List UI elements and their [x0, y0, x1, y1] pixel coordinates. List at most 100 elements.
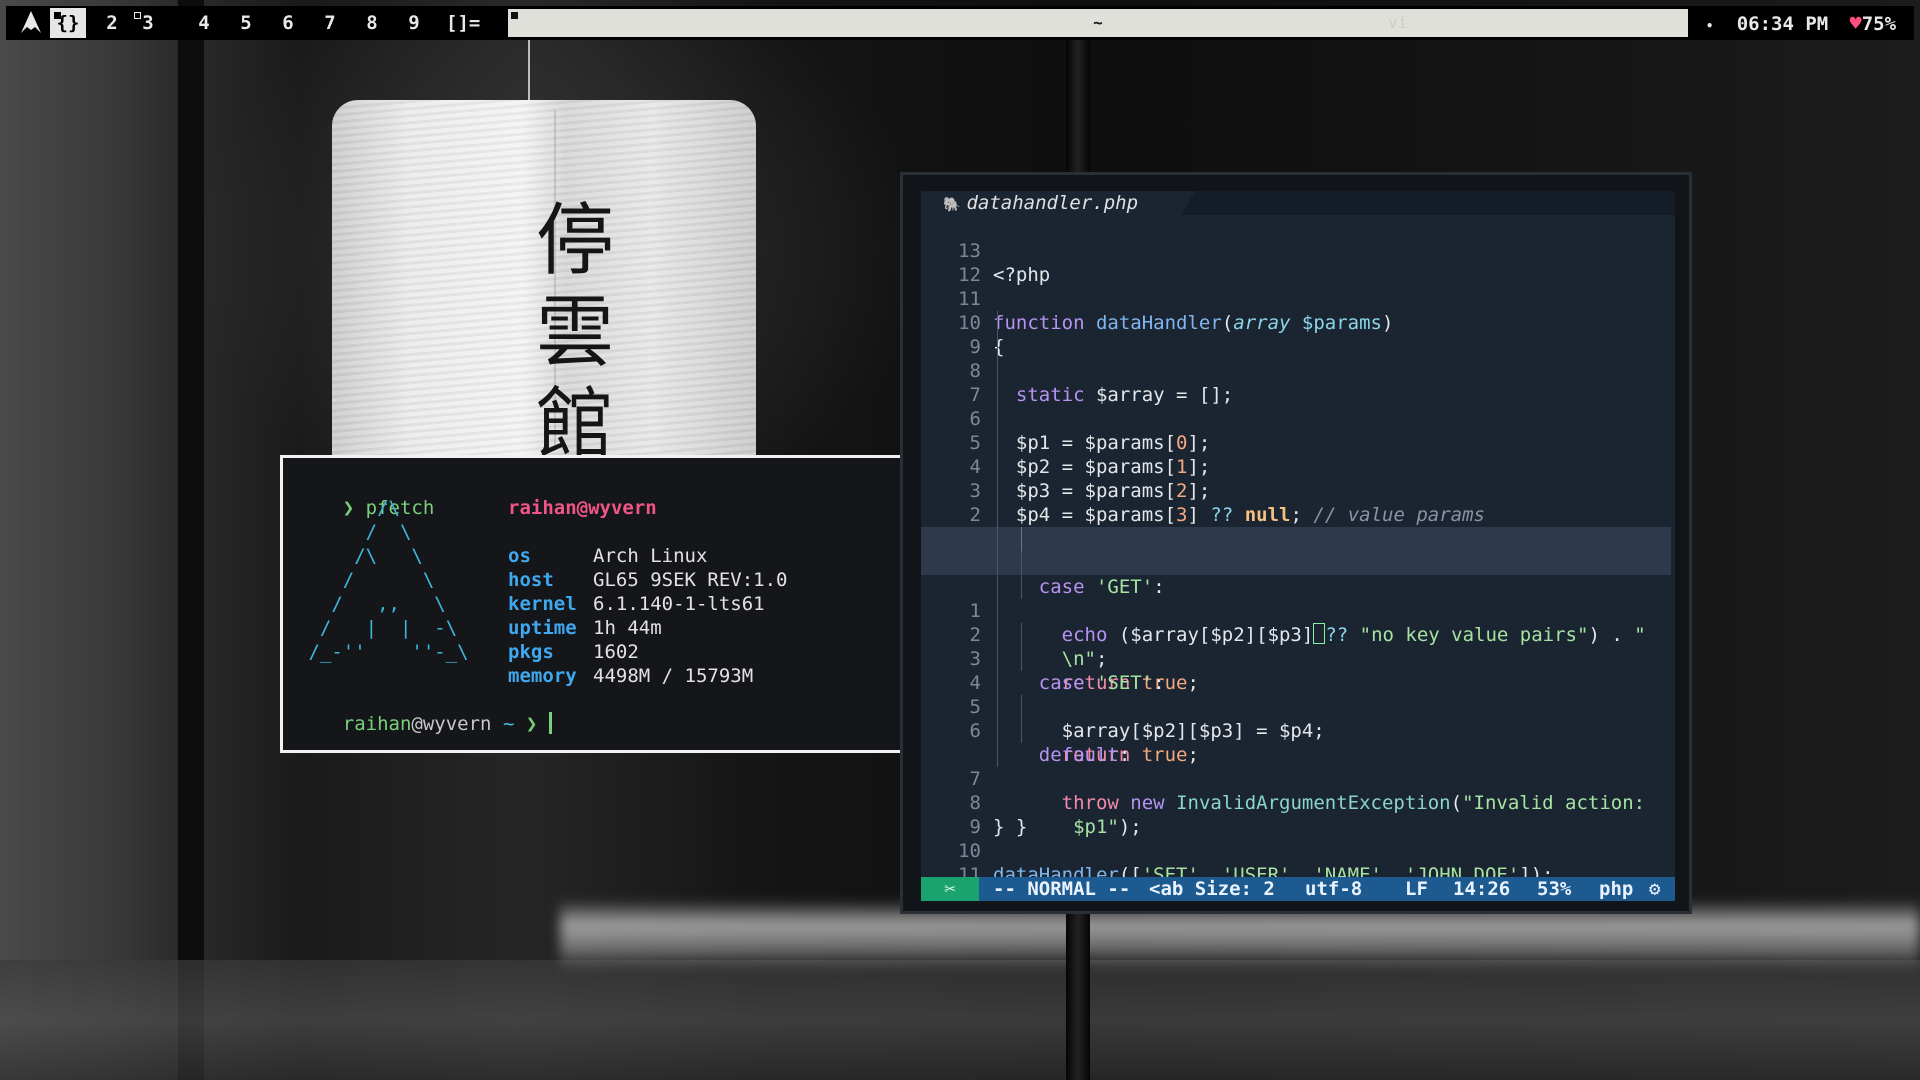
workspace-label: 3 [142, 12, 154, 34]
workspace-3[interactable]: 3 [130, 8, 166, 38]
indent-guide [997, 407, 998, 431]
indent-guide [997, 479, 998, 503]
workspace-6[interactable]: 6 [270, 8, 306, 38]
layout-indicator[interactable]: []= [446, 8, 480, 38]
indent-guide [997, 359, 998, 383]
prompt-user: raihan [342, 713, 412, 735]
workspace-occupied-icon [134, 12, 141, 19]
indent-guide [997, 599, 998, 623]
code-line: 9 static $array = []; [921, 311, 1671, 406]
workspace-4[interactable]: 4 [186, 8, 222, 38]
workspace-1[interactable]: {} [50, 8, 86, 38]
filetype: php [1599, 878, 1634, 900]
code-line: 10 { [921, 287, 1671, 358]
top-status-bar: {} 2 3 4 5 6 7 8 9 []= ~ vi • 06:34 PM ♥… [6, 6, 1914, 40]
code-line: 2 case 'SET': [921, 599, 1671, 694]
indent-guide [997, 719, 998, 743]
code-line: 5 default: [921, 671, 1671, 766]
indent-guide [997, 431, 998, 455]
tab-datahandler-php[interactable]: 🐘 datahandler.php [921, 191, 1195, 215]
battery-level[interactable]: 75% [1862, 13, 1896, 35]
indent-guide [997, 671, 998, 695]
workspace-9[interactable]: 9 [396, 8, 432, 38]
workspace-5[interactable]: 5 [228, 8, 264, 38]
code-line: 11 dataHandler(['SET', 'USER', 'AGE', '2… [921, 839, 1671, 901]
mode-icon: ✂ [921, 877, 979, 901]
code-line: 8 } [921, 767, 1671, 838]
code-line: 10 dataHandler(['SET', 'USER', 'NAME', '… [921, 815, 1671, 886]
file-encoding: utf-8 [1305, 878, 1363, 900]
tab-filename: datahandler.php [966, 192, 1139, 214]
workspace-label: 6 [282, 12, 294, 34]
indent-guide [997, 551, 998, 575]
indent-guide [1021, 719, 1022, 743]
code-line: 9 [921, 791, 1671, 838]
info-key: memory [508, 665, 577, 687]
indent-guide [1021, 527, 1022, 551]
indent-guide [1021, 623, 1022, 647]
code-line: 8 [921, 335, 1671, 382]
pfetch-user-host: raihan@wyvern [508, 497, 657, 519]
workspace-label: 8 [366, 12, 378, 34]
indent-guide [997, 503, 998, 527]
indent-guide [1021, 551, 1022, 575]
code-line: 5 $p3 = $params[2]; [921, 407, 1671, 502]
indent-guide [1021, 695, 1022, 719]
editor-window[interactable]: 🐘 datahandler.php 13 <?php 12 11 function… [900, 172, 1692, 914]
clock[interactable]: 06:34 PM [1737, 13, 1829, 35]
lsp-status-icon: ⚙ [1649, 878, 1661, 900]
code-line-wrapped: \n"; [921, 551, 1671, 670]
workspace-occupied-icon [54, 12, 61, 19]
code-line-current: 14 echo ($array[$p2][$p3]?? "no key valu… [921, 527, 1671, 646]
code-line: 12 [921, 239, 1671, 286]
wallpaper-wall [0, 0, 180, 1080]
ascii-logo-line: /\ [297, 497, 400, 519]
prompt-host: @wyvern [411, 713, 492, 735]
shell-prompt[interactable]: raihan@wyvern ~ ❯ [297, 688, 552, 760]
editor-pane[interactable]: 🐘 datahandler.php 13 <?php 12 11 function… [921, 191, 1675, 901]
workspace-label: 5 [240, 12, 252, 34]
indent-guide [997, 695, 998, 719]
cursor-position: 14:26 [1453, 878, 1511, 900]
prompt-directory: ~ [502, 713, 515, 735]
floating-indicator-icon [511, 12, 518, 19]
scroll-percent: 53% [1537, 878, 1572, 900]
wallpaper-beam [178, 0, 204, 1080]
code-line: 1 return true; [921, 575, 1671, 694]
elephant-icon: 🐘 [943, 197, 961, 213]
indent-guide [997, 743, 998, 767]
system-status: • 06:34 PM ♥75% [1706, 8, 1896, 38]
workspace-7[interactable]: 7 [312, 8, 348, 38]
window-title: ~ [1093, 13, 1103, 32]
wallpaper-floor [0, 960, 1920, 1080]
code-line: 11 function dataHandler(array $params) [921, 263, 1671, 334]
code-line: 3 [921, 455, 1671, 502]
window-title-bar[interactable]: ~ vi [508, 9, 1688, 37]
indent-guide [997, 527, 998, 551]
editor-statusline: ✂ -- NORMAL -- <ab Size: 2 utf-8 LF 14:2… [921, 877, 1675, 901]
workspace-2[interactable]: 2 [94, 8, 130, 38]
indent-guide [997, 647, 998, 671]
indent-guide [997, 383, 998, 407]
text-cursor [548, 712, 552, 734]
code-line: 1 case 'GET': [921, 503, 1671, 598]
code-line: 13 <?php [921, 215, 1671, 286]
code-line: 7 } [921, 743, 1671, 838]
code-line-wrapped: $p1"); [921, 719, 1671, 838]
code-line: 4 return true; [921, 647, 1671, 766]
info-value: 4498M / 15793M [593, 665, 754, 687]
indent-guide [997, 623, 998, 647]
indent-guide [1021, 647, 1022, 671]
indent-guide [997, 455, 998, 479]
indent-guide [997, 575, 998, 599]
window-title-ghost: vi [1388, 13, 1408, 32]
code-line: 6 throw new InvalidArgumentException("In… [921, 695, 1671, 814]
separator-dot-icon: • [1706, 19, 1714, 33]
wallpaper-lantern-calligraphy: 停雲館 [535, 196, 614, 470]
code-line: 3 $array[$p2][$p3] = $p4; [921, 623, 1671, 742]
mode-indicator: -- NORMAL -- [993, 878, 1131, 900]
line-ending: LF [1405, 878, 1428, 900]
arch-logo-icon[interactable] [20, 10, 42, 34]
code-line: 6 $p2 = $params[1]; [921, 383, 1671, 478]
workspace-8[interactable]: 8 [354, 8, 390, 38]
